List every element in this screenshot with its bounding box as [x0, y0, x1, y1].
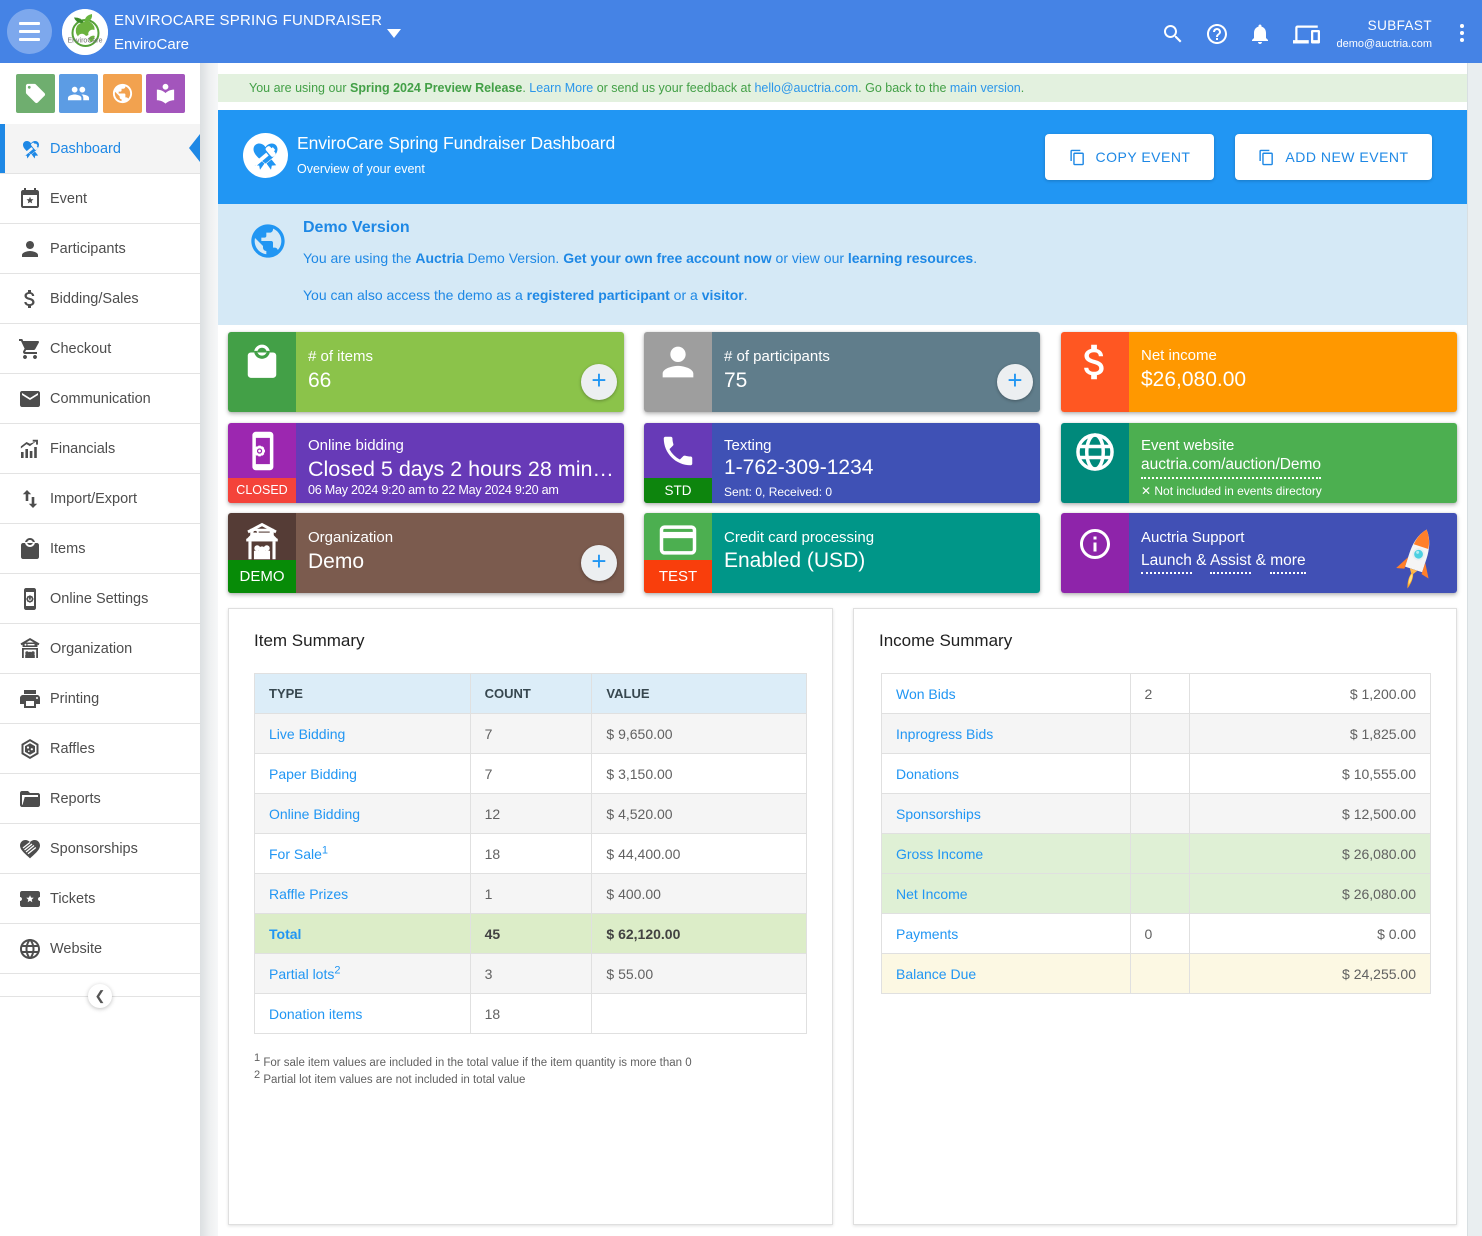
svg-text:EnviroCare: EnviroCare — [67, 38, 102, 45]
